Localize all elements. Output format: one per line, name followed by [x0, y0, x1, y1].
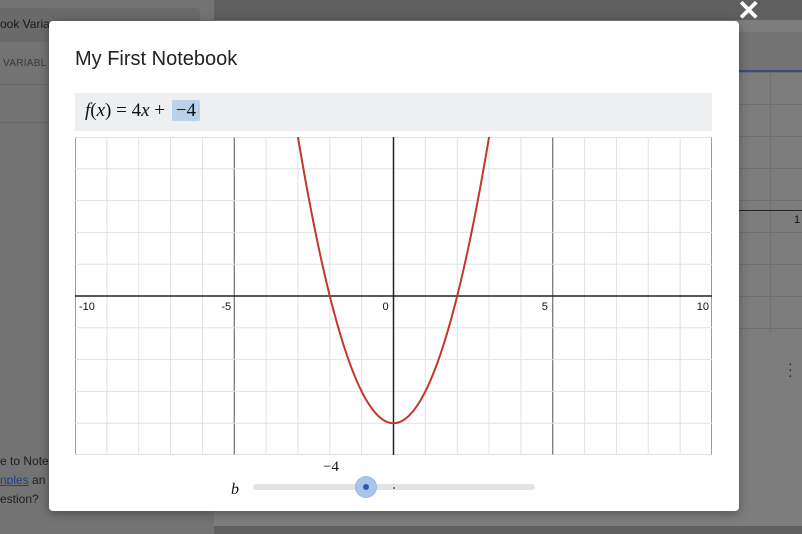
operator: +: [154, 100, 165, 121]
x-tick-label: 0: [382, 301, 388, 313]
slider-label: b: [231, 481, 239, 498]
background-toolbar: [738, 32, 802, 72]
variable: x: [141, 100, 150, 121]
function-graph[interactable]: -10 -5 0 5 10: [75, 137, 712, 455]
modal-title: My First Notebook: [75, 48, 238, 70]
slider-thumb-dot: [362, 484, 369, 490]
welcome-line: e to Note: [0, 454, 49, 468]
x-tick-label: 5: [542, 301, 548, 313]
background-axis: [738, 210, 802, 211]
slider-thumb[interactable]: [355, 477, 376, 497]
x-tick-label: 10: [697, 301, 709, 313]
close-icon[interactable]: ✕: [737, 0, 760, 25]
notebook-card-title: ook Varia: [0, 17, 50, 31]
examples-link[interactable]: nples: [0, 473, 29, 487]
background-axis-tick: 1: [794, 214, 801, 226]
x-tick-label: -5: [221, 301, 231, 313]
welcome-line: estion?: [0, 492, 39, 506]
welcome-line: nples an: [0, 473, 46, 487]
slider-center-mark: [393, 487, 395, 489]
function-arg: x: [96, 100, 106, 121]
x-tick-label: -10: [79, 301, 95, 313]
welcome-text: e to Note nples an estion?: [0, 452, 49, 509]
coefficient: 4: [131, 100, 142, 121]
notebook-modal: My First Notebook f(x) = 4x + −4 -10 -5 0 5…: [49, 21, 739, 511]
background-graph: [738, 72, 802, 332]
formula-bar[interactable]: f(x) = 4x + −4: [75, 93, 712, 131]
formula-expression: f(x) = 4x + −4: [85, 100, 200, 122]
slider-value: −4: [323, 459, 339, 475]
parameter-slider: b −4: [49, 455, 739, 511]
more-options-icon[interactable]: · · ·: [788, 356, 793, 382]
variables-label: VARIABL: [3, 58, 47, 69]
parameter-value[interactable]: −4: [171, 100, 200, 121]
